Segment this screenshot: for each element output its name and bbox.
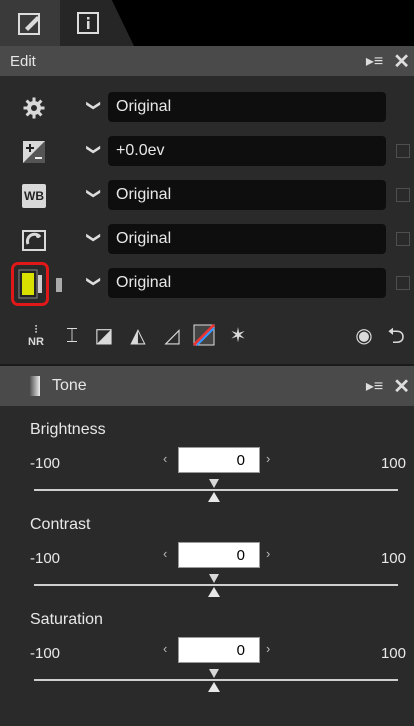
info-tab-icon	[77, 12, 99, 34]
saturation-thumb[interactable]	[208, 682, 220, 692]
edit-row-tone: ❯ Original	[0, 262, 414, 306]
chevron-down-icon[interactable]: ❯	[85, 232, 102, 244]
panel-menu-icon[interactable]: ▸≡	[366, 376, 383, 396]
edit-row-exposure: ❯ +0.0ev	[0, 134, 414, 170]
contrast-track[interactable]	[34, 584, 398, 586]
edit-tab-icon	[18, 13, 40, 35]
retouch-icon[interactable]: ✶	[226, 324, 250, 348]
noise-reduction-icon[interactable]: ⫶ NR	[24, 324, 48, 348]
tone-dropdown[interactable]: Original	[108, 268, 386, 298]
gear-icon	[23, 97, 45, 119]
undo-icon[interactable]: ⮌	[384, 324, 408, 348]
brightness-track[interactable]	[34, 489, 398, 491]
tone-icon-badge	[56, 278, 62, 292]
exposure-compensation-icon	[23, 141, 45, 163]
tone-panel-title: Tone	[52, 377, 87, 394]
chevron-down-icon[interactable]: ❯	[85, 188, 102, 200]
brightness-thumb[interactable]	[208, 492, 220, 502]
color-booster-icon[interactable]	[192, 323, 216, 348]
lch-icon[interactable]: ◭	[126, 324, 150, 348]
tab-info[interactable]	[60, 0, 134, 46]
contrast-input[interactable]: 0	[178, 542, 260, 568]
contrast-reference-marker	[209, 574, 219, 583]
history-icon[interactable]: ◉	[352, 324, 376, 348]
saturation-slider-group: Saturation -100 ‹ 0 › 100	[0, 611, 414, 706]
tab-edit[interactable]	[0, 0, 60, 46]
edit-panel-header: Edit ▸≡ ✕	[0, 46, 414, 76]
brightness-max: 100	[380, 455, 406, 472]
white-balance-checkbox[interactable]	[396, 188, 410, 202]
saturation-label: Saturation	[30, 611, 103, 628]
decrement-icon[interactable]: ‹	[163, 546, 167, 561]
tab-strip	[0, 0, 414, 46]
edit-row-picture-control: ❯ Original	[0, 222, 414, 258]
saturation-input[interactable]: 0	[178, 637, 260, 663]
decrement-icon[interactable]: ‹	[163, 641, 167, 656]
edit-row-white-balance: WB ❯ Original	[0, 178, 414, 214]
contrast-max: 100	[380, 550, 406, 567]
exposure-checkbox[interactable]	[396, 144, 410, 158]
picture-control-checkbox[interactable]	[396, 232, 410, 246]
aberration-icon[interactable]: ⌶	[60, 324, 84, 348]
white-balance-dropdown[interactable]: Original	[108, 180, 386, 210]
tone-checkbox[interactable]	[396, 276, 410, 290]
tone-panel-header: Tone ▸≡ ✕	[0, 366, 414, 406]
levels-curves-icon[interactable]: ◪	[92, 324, 116, 348]
chevron-down-icon[interactable]: ❯	[85, 144, 102, 156]
tone-icon[interactable]	[17, 269, 43, 299]
chevron-down-icon[interactable]: ❯	[85, 100, 102, 112]
picture-control-dropdown[interactable]: Original	[108, 224, 386, 254]
brightness-slider-group: Brightness -100 ‹ 0 › 100	[0, 421, 414, 516]
decrement-icon[interactable]: ‹	[163, 451, 167, 466]
white-balance-icon: WB	[22, 184, 46, 208]
picture-control-icon	[22, 230, 46, 251]
tone-panel: Brightness -100 ‹ 0 › 100 Contrast -100 …	[0, 406, 414, 726]
contrast-slider-group: Contrast -100 ‹ 0 › 100	[0, 516, 414, 611]
chevron-down-icon[interactable]: ❯	[85, 276, 102, 288]
saturation-track[interactable]	[34, 679, 398, 681]
increment-icon[interactable]: ›	[266, 546, 270, 561]
edit-row-settings: ❯ Original	[0, 90, 414, 126]
saturation-max: 100	[380, 645, 406, 662]
saturation-min: -100	[30, 645, 61, 662]
tone-swatch-icon	[30, 376, 40, 396]
contrast-min: -100	[30, 550, 61, 567]
close-icon[interactable]: ✕	[393, 49, 410, 74]
increment-icon[interactable]: ›	[266, 641, 270, 656]
saturation-reference-marker	[209, 669, 219, 678]
exposure-dropdown[interactable]: +0.0ev	[108, 136, 386, 166]
edit-toolbar: ⫶ NR ⌶ ◪ ◭ ◿ ✶ ◉ ⮌	[0, 316, 414, 356]
close-icon[interactable]: ✕	[393, 374, 410, 399]
contrast-thumb[interactable]	[208, 587, 220, 597]
edit-panel-title: Edit	[10, 52, 36, 70]
contrast-label: Contrast	[30, 516, 91, 533]
settings-dropdown[interactable]: Original	[108, 92, 386, 122]
color-balance-icon[interactable]: ◿	[160, 324, 184, 348]
brightness-min: -100	[30, 455, 61, 472]
brightness-input[interactable]: 0	[178, 447, 260, 473]
brightness-reference-marker	[209, 479, 219, 488]
panel-menu-icon[interactable]: ▸≡	[366, 51, 383, 71]
increment-icon[interactable]: ›	[266, 451, 270, 466]
brightness-label: Brightness	[30, 421, 106, 438]
edit-panel: ❯ Original ❯ +0.0ev WB ❯ Original ❯ Orig…	[0, 76, 414, 364]
